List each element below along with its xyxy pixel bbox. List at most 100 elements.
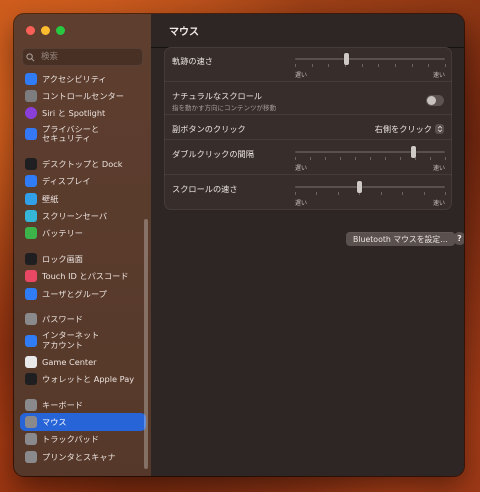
- window-controls: [26, 26, 65, 35]
- battery-icon: [25, 227, 37, 240]
- sidebar-item-label: パスワード: [42, 314, 83, 325]
- chevron-updown-icon: [435, 124, 444, 134]
- sidebar-separator: [20, 147, 146, 156]
- sidebar: アクセシビリティコントロールセンター Siri と Spotlight プライバシー…: [14, 14, 152, 476]
- mouse-icon: [25, 416, 37, 429]
- fast-label: 速い: [432, 200, 445, 207]
- scroll-speed-slider[interactable]: 遅い 速い: [295, 181, 446, 207]
- at-sign-icon: [25, 334, 37, 347]
- wallet-icon: [25, 373, 37, 385]
- sidebar-item-trackpad[interactable]: トラックパッド: [20, 431, 146, 448]
- slider-tick: [310, 157, 311, 160]
- minimize-button[interactable]: [41, 26, 50, 35]
- help-button[interactable]: ?: [453, 232, 464, 245]
- tracking-speed-label: 軌跡の速さ: [172, 56, 213, 66]
- sidebar-item-label: スクリーンセーバ: [42, 210, 108, 221]
- slider-thumb[interactable]: [357, 181, 362, 193]
- desktop-dock-icon: [25, 158, 37, 171]
- slider-tick: [340, 157, 341, 160]
- sidebar-item-battery[interactable]: バッテリー: [20, 225, 146, 242]
- sidebar-item-label: プリンタとスキャナ: [42, 451, 116, 462]
- sidebar-item-label: Siri と Spotlight: [42, 108, 106, 119]
- slider-tick: [316, 192, 318, 195]
- search-icon: [26, 52, 35, 61]
- double-click-row: ダブルクリックの間隔 遅い 速い: [164, 140, 452, 175]
- bluetooth-mouse-setup-button[interactable]: Bluetooth マウスを設定…: [346, 232, 455, 246]
- sidebar-item-label: Touch ID とパスコード: [42, 271, 129, 282]
- sidebar-item-label: 壁紙: [42, 193, 59, 204]
- mouse-settings-panel: 軌跡の速さ 遅い 速い ナチュラルなスクロール 指を動かす方向にコンテンツが移動: [164, 47, 452, 210]
- sidebar-item-users[interactable]: ユーザとグループ: [20, 285, 146, 302]
- secondary-click-row: 副ボタンのクリック 右側をクリック: [164, 115, 452, 140]
- slider-thumb[interactable]: [411, 146, 416, 158]
- tracking-speed-slider[interactable]: 遅い 速い: [295, 53, 446, 79]
- search-input[interactable]: [39, 51, 143, 63]
- sidebar-item-label: トラックパッド: [42, 434, 99, 445]
- title-bar: マウス: [151, 14, 464, 48]
- sidebar-item-wallpaper[interactable]: 壁紙: [20, 190, 146, 207]
- accessibility-icon: [25, 72, 37, 85]
- zoom-button[interactable]: [56, 26, 65, 35]
- sidebar-item-printer[interactable]: プリンタとスキャナ: [20, 448, 146, 465]
- slider-tick: [400, 157, 401, 160]
- sidebar-item-display[interactable]: ディスプレイ: [20, 173, 146, 190]
- sidebar-item-label: アクセシビリティ: [42, 73, 107, 84]
- slider-tick: [337, 192, 339, 195]
- printer-icon: [25, 450, 37, 463]
- slow-label: 遅い: [295, 165, 308, 172]
- sidebar-item-game-center[interactable]: Game Center: [20, 353, 146, 370]
- fingerprint-icon: [25, 270, 37, 283]
- natural-scroll-toggle[interactable]: [426, 95, 444, 106]
- sidebar-separator: [20, 302, 146, 311]
- page-title: マウス: [169, 27, 199, 38]
- sidebar-item-siri[interactable]: Siri と Spotlight: [20, 105, 146, 122]
- sidebar-item-wallet[interactable]: ウォレットと Apple Pay: [20, 370, 146, 387]
- tracking-speed-row: 軌跡の速さ 遅い 速い: [164, 47, 452, 82]
- slider-tick: [295, 157, 296, 160]
- slider-tick: [380, 192, 382, 195]
- sidebar-item-label: キーボード: [42, 399, 83, 410]
- sidebar-scrollbar[interactable]: [144, 219, 148, 469]
- sidebar-item-accessibility[interactable]: アクセシビリティ: [20, 70, 146, 87]
- sidebar-item-label: インターネット アカウント: [42, 329, 100, 350]
- scroll-speed-label: スクロールの速さ: [172, 184, 238, 194]
- key-icon: [25, 313, 37, 326]
- sidebar-item-control-center[interactable]: コントロールセンター: [20, 87, 146, 104]
- control-center-icon: [25, 89, 37, 102]
- slider-ticks: [295, 64, 446, 68]
- secondary-click-label: 副ボタンのクリック: [172, 124, 246, 134]
- sidebar-item-privacy-hand[interactable]: プライバシーと セキュリティ: [20, 122, 146, 147]
- slider-thumb[interactable]: [343, 53, 349, 65]
- sidebar-item-screensaver[interactable]: スクリーンセーバ: [20, 207, 146, 224]
- sidebar-item-label: ロック画面: [42, 254, 83, 265]
- siri-icon: [25, 107, 37, 120]
- double-click-slider[interactable]: 遅い 速い: [295, 146, 446, 172]
- slider-tick: [378, 64, 380, 67]
- secondary-click-value: 右側をクリック: [374, 124, 432, 134]
- sidebar-item-label: ウォレットと Apple Pay: [42, 374, 135, 384]
- close-button[interactable]: [26, 26, 35, 35]
- slow-label: 遅い: [295, 200, 308, 207]
- sidebar-list: アクセシビリティコントロールセンター Siri と Spotlight プライバシー…: [20, 70, 146, 465]
- secondary-click-popup[interactable]: 右側をクリック: [375, 123, 444, 135]
- sidebar-item-mouse[interactable]: マウス: [20, 413, 146, 431]
- sidebar-item-key[interactable]: パスワード: [20, 311, 146, 328]
- sidebar-item-desktop-dock[interactable]: デスクトップと Dock: [20, 155, 146, 172]
- fast-label: 速い: [432, 72, 445, 79]
- sidebar-item-lock-screen[interactable]: ロック画面: [20, 250, 146, 267]
- slow-label: 遅い: [295, 72, 308, 79]
- sidebar-item-fingerprint[interactable]: Touch ID とパスコード: [20, 268, 146, 285]
- slider-tick: [295, 192, 296, 195]
- slider-tick: [445, 157, 446, 160]
- slider-tick: [295, 64, 296, 67]
- slider-tick: [428, 64, 430, 67]
- slider-tick: [370, 157, 371, 160]
- display-icon: [25, 175, 37, 188]
- search-field[interactable]: [22, 48, 143, 66]
- sidebar-item-keyboard[interactable]: キーボード: [20, 396, 146, 413]
- sidebar-item-at-sign[interactable]: インターネット アカウント: [20, 328, 146, 353]
- sidebar-item-label: マウス: [42, 417, 67, 428]
- slider-tick: [445, 64, 446, 67]
- sidebar-separator: [20, 388, 146, 397]
- scroll-speed-row: スクロールの速さ 遅い 速い: [164, 175, 452, 210]
